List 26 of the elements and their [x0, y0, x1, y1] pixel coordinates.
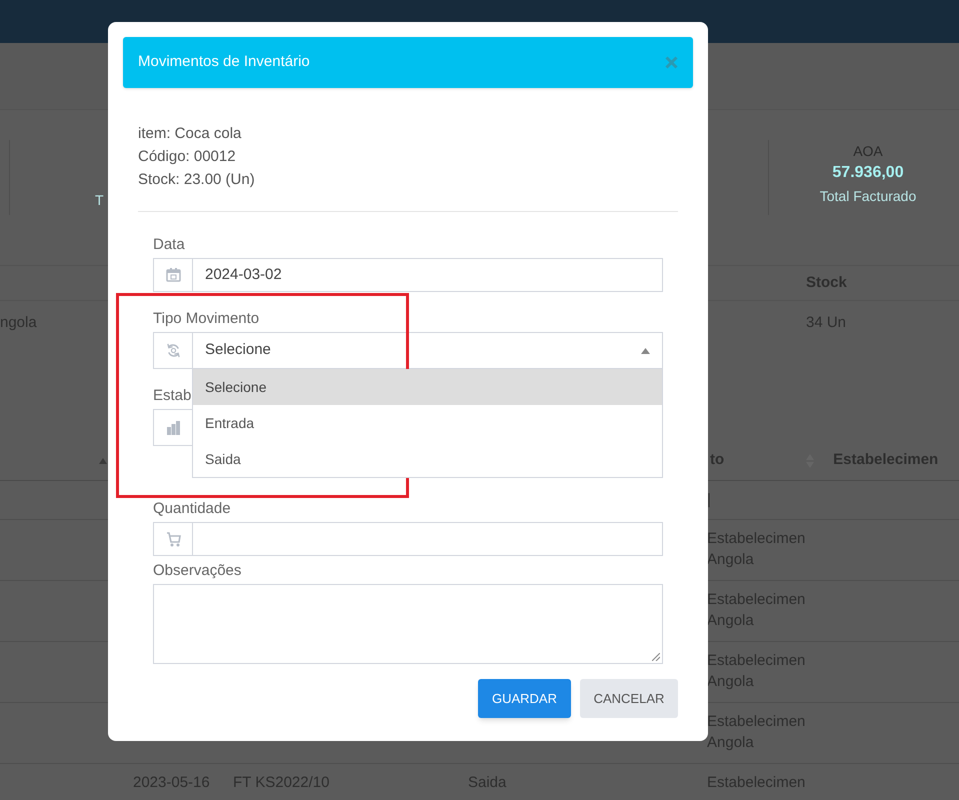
item-info-text: Código: 00012: [138, 147, 236, 167]
date-field[interactable]: 2024-03-02: [193, 258, 663, 292]
field-label: Tipo Movimento: [153, 309, 260, 329]
cart-icon: [166, 532, 180, 546]
notes-textarea[interactable]: [153, 584, 663, 664]
select-field[interactable]: Selecione: [193, 332, 663, 369]
close-icon[interactable]: [665, 56, 678, 69]
quantity-field[interactable]: [193, 522, 663, 556]
total-label: Total Facturado: [820, 187, 916, 206]
save-button[interactable]: GUARDAR: [478, 679, 571, 718]
field-label: Estab: [153, 386, 192, 406]
field-label: Data: [153, 235, 185, 255]
table-cell-text: |: [707, 490, 711, 510]
sort-icon: [99, 458, 107, 464]
calendar-icon: [166, 268, 180, 282]
resize-handle-icon: [652, 653, 660, 661]
item-info-text: item: Coca cola: [138, 124, 242, 144]
cancel-button[interactable]: CANCELAR: [580, 679, 678, 718]
total-amount: 57.936,00: [832, 163, 904, 183]
modal-title: Movimentos de Inventário: [138, 52, 310, 72]
item-info-text: Stock: 23.00 (Un): [138, 170, 255, 190]
field-label: Quantidade: [153, 499, 231, 519]
field-label: Observações: [153, 561, 242, 581]
refresh-icon: [166, 343, 180, 358]
dropdown-option[interactable]: Selecione: [193, 369, 662, 405]
summary-label: T: [95, 191, 104, 210]
